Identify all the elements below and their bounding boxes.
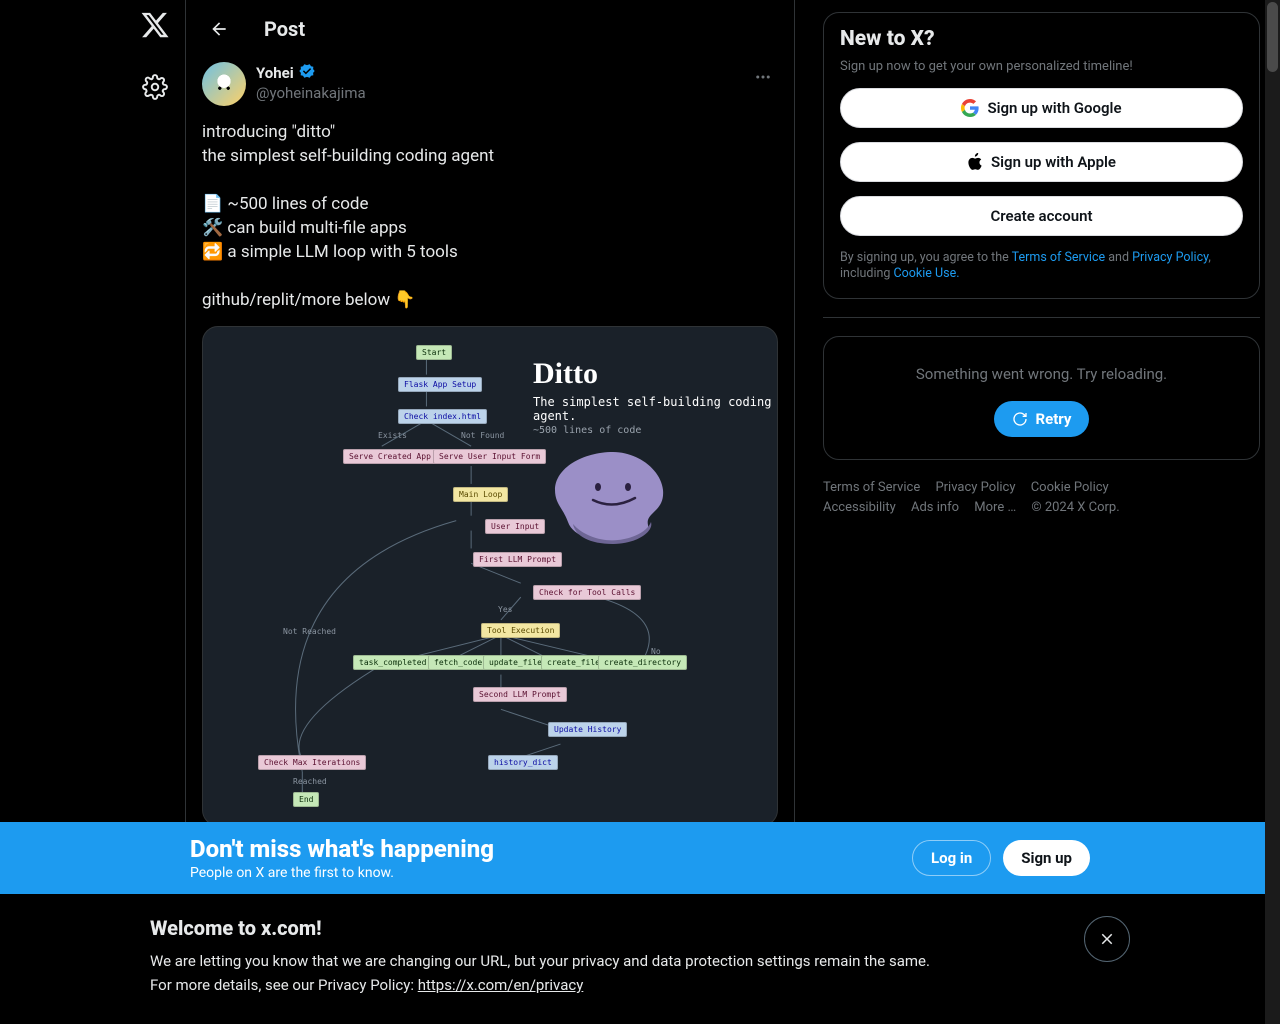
flow-node: Check for Tool Calls (533, 585, 641, 600)
footer-privacy[interactable]: Privacy Policy (935, 480, 1015, 495)
error-card: Something went wrong. Try reloading. Ret… (823, 336, 1260, 460)
notice-title: Welcome to x.com! (150, 916, 930, 940)
apple-icon (967, 153, 983, 171)
signup-title: New to X? (840, 27, 1243, 51)
flow-node: create_file (541, 655, 606, 670)
notice-line2: For more details, see our Privacy Policy… (150, 976, 930, 994)
flow-node: create_directory (598, 655, 687, 670)
flow-node: Flask App Setup (398, 377, 482, 392)
signup-card: New to X? Sign up now to get your own pe… (823, 12, 1260, 299)
flow-edge-label: Exists (378, 431, 407, 440)
divider (823, 317, 1260, 318)
scrollbar-thumb[interactable] (1267, 2, 1278, 72)
login-button[interactable]: Log in (912, 840, 991, 876)
cookie-link[interactable]: Cookie Use. (894, 266, 960, 281)
back-button[interactable] (202, 12, 236, 46)
x-logo-icon[interactable] (140, 10, 170, 44)
signup-banner: Don't miss what's happening People on X … (0, 822, 1280, 894)
post: Yohei @yoheinakajima introducing "ditto"… (186, 58, 794, 842)
page-title: Post (264, 17, 305, 41)
create-account-label: Create account (990, 207, 1092, 225)
google-icon (961, 99, 979, 117)
post-body: introducing "ditto" the simplest self-bu… (202, 120, 778, 312)
privacy-url-link[interactable]: https://x.com/en/privacy (418, 976, 584, 994)
flow-edge-label: Not Found (461, 431, 504, 440)
retry-label: Retry (1036, 410, 1072, 428)
flow-node: Serve User Input Form (433, 449, 546, 464)
close-icon (1098, 930, 1116, 948)
flow-node: Main Loop (453, 487, 508, 502)
flow-node: Serve Created App (343, 449, 437, 464)
flow-node: User Input (485, 519, 545, 534)
media-subtitle2: ~500 lines of code (533, 425, 777, 436)
avatar[interactable] (202, 62, 246, 106)
url-change-notice: Welcome to x.com! We are letting you kno… (0, 894, 1280, 1024)
retry-button[interactable]: Retry (994, 401, 1090, 437)
more-menu-button[interactable] (748, 62, 778, 96)
error-text: Something went wrong. Try reloading. (916, 365, 1167, 383)
ditto-illustration (553, 442, 673, 552)
flow-node: update_file (483, 655, 548, 670)
signup-apple-label: Sign up with Apple (991, 153, 1116, 171)
banner-sub: People on X are the first to know. (190, 865, 494, 881)
scrollbar[interactable] (1265, 0, 1280, 1024)
privacy-link[interactable]: Privacy Policy (1132, 250, 1208, 265)
footer-cookie[interactable]: Cookie Policy (1031, 480, 1109, 495)
signup-blurb: Sign up now to get your own personalized… (840, 59, 1243, 74)
post-media[interactable]: Ditto The simplest self-building coding … (202, 326, 778, 826)
footer-links: Terms of Service Privacy Policy Cookie P… (823, 478, 1260, 518)
close-notice-button[interactable] (1084, 916, 1130, 962)
footer-ads[interactable]: Ads info (911, 500, 959, 515)
media-subtitle: The simplest self-building coding agent. (533, 395, 777, 423)
flow-node: task_completed (353, 655, 432, 670)
signup-apple-button[interactable]: Sign up with Apple (840, 142, 1243, 182)
verified-badge-icon (298, 62, 316, 84)
flow-node: First LLM Prompt (473, 552, 562, 567)
flow-edge-label: Not Reached (283, 627, 336, 636)
flow-node: Check index.html (398, 409, 487, 424)
flow-node: Tool Execution (481, 623, 560, 638)
settings-icon[interactable] (142, 74, 168, 104)
flow-edge-label: Reached (293, 777, 327, 786)
footer-corp: © 2024 X Corp. (1031, 500, 1119, 515)
footer-more[interactable]: More (974, 500, 1016, 515)
handle[interactable]: @yoheinakajima (256, 84, 366, 102)
banner-title: Don't miss what's happening (190, 835, 494, 863)
flow-node: End (293, 792, 319, 807)
notice-line1: We are letting you know that we are chan… (150, 952, 930, 970)
flow-node: fetch_code (428, 655, 488, 670)
flow-node: history_dict (488, 755, 558, 770)
flow-node: Update History (548, 722, 627, 737)
reload-icon (1012, 411, 1028, 427)
signup-button[interactable]: Sign up (1003, 840, 1090, 876)
tos-link[interactable]: Terms of Service (1012, 250, 1105, 265)
signup-google-label: Sign up with Google (987, 99, 1121, 117)
footer-tos[interactable]: Terms of Service (823, 480, 920, 495)
flow-node: Second LLM Prompt (473, 687, 567, 702)
footer-accessibility[interactable]: Accessibility (823, 500, 896, 515)
media-title: Ditto (533, 357, 777, 391)
signup-google-button[interactable]: Sign up with Google (840, 88, 1243, 128)
signup-legal: By signing up, you agree to the Terms of… (840, 250, 1243, 282)
create-account-button[interactable]: Create account (840, 196, 1243, 236)
flow-node: Check Max Iterations (258, 755, 366, 770)
display-name[interactable]: Yohei (256, 64, 294, 82)
flow-edge-label: Yes (498, 605, 512, 614)
flow-node: Start (416, 345, 452, 360)
